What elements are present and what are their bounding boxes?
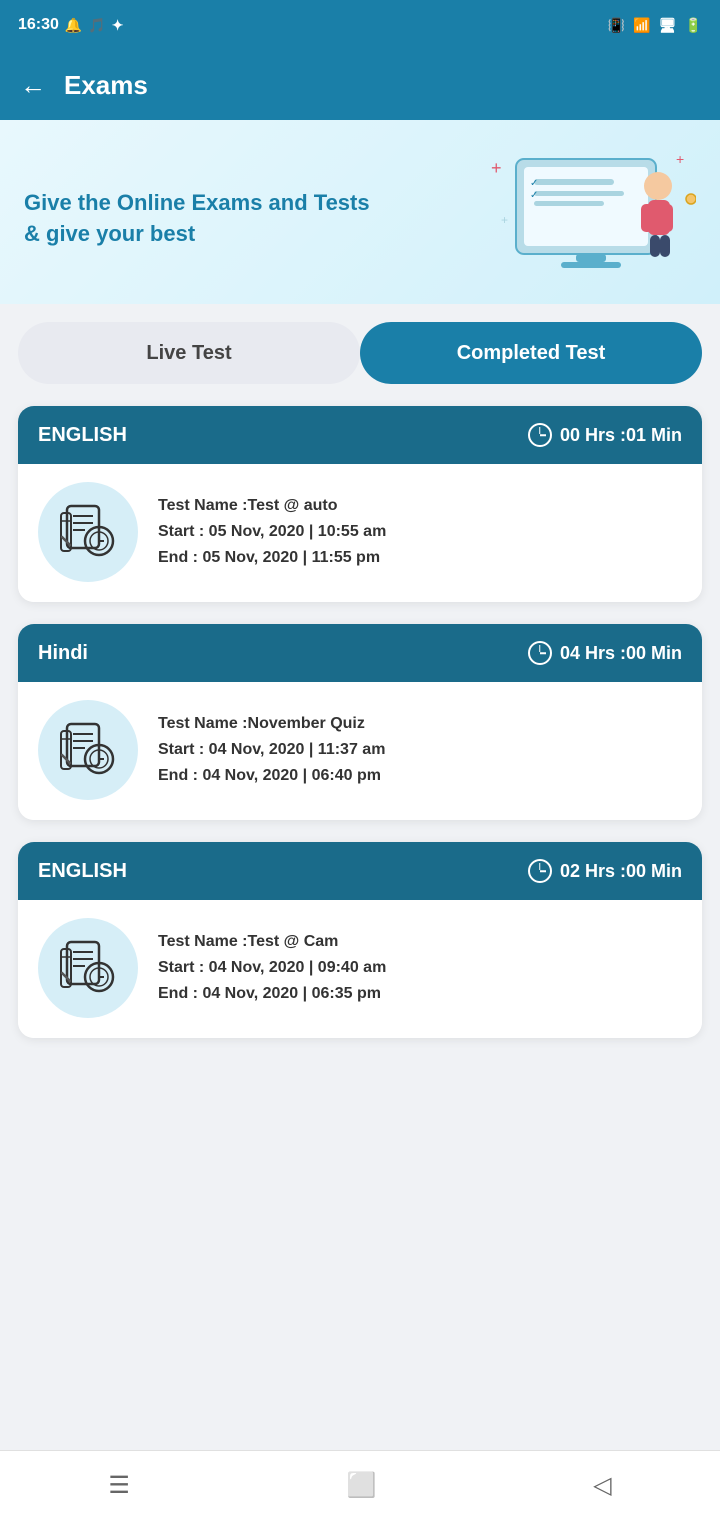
card-duration-3: 02 Hrs :00 Min bbox=[528, 859, 682, 883]
clock-icon-2 bbox=[528, 641, 552, 665]
card-subject-3: ENGLISH bbox=[38, 860, 127, 883]
test-name-row-1: Test Name :Test @ auto bbox=[158, 497, 682, 515]
page-title: Exams bbox=[64, 70, 148, 101]
card-subject-2: Hindi bbox=[38, 642, 88, 665]
vibrate-icon: 📳 bbox=[608, 17, 625, 34]
cards-container: ENGLISH 00 Hrs :01 Min bbox=[0, 392, 720, 1058]
banner-illustration: ✓ ✓ + + + bbox=[486, 144, 696, 294]
card-header-3: ENGLISH 02 Hrs :00 Min bbox=[18, 842, 702, 900]
notification-icon: 🔔 bbox=[65, 17, 82, 34]
card-header-2: Hindi 04 Hrs :00 Min bbox=[18, 624, 702, 682]
card-info-1: Test Name :Test @ auto Start : 05 Nov, 2… bbox=[158, 497, 682, 567]
test-name-row-2: Test Name :November Quiz bbox=[158, 715, 682, 733]
start-date-row-1: Start : 05 Nov, 2020 | 10:55 am bbox=[158, 523, 682, 541]
card-header-1: ENGLISH 00 Hrs :01 Min bbox=[18, 406, 702, 464]
card-body-1: Test Name :Test @ auto Start : 05 Nov, 2… bbox=[18, 464, 702, 602]
card-duration-1: 00 Hrs :01 Min bbox=[528, 423, 682, 447]
banner-text: Give the Online Exams and Tests & give y… bbox=[24, 188, 384, 250]
exam-card-1[interactable]: ENGLISH 00 Hrs :01 Min bbox=[18, 406, 702, 602]
tab-completed-test[interactable]: Completed Test bbox=[360, 322, 702, 384]
menu-icon[interactable]: ☰ bbox=[108, 1471, 130, 1500]
test-icon-circle-1 bbox=[38, 482, 138, 582]
svg-text:+: + bbox=[491, 158, 502, 178]
exam-card-2[interactable]: Hindi 04 Hrs :00 Min bbox=[18, 624, 702, 820]
wifi-icon: 📶 bbox=[633, 17, 650, 34]
status-bar-left: 16:30 🔔 🎵 ✦ bbox=[18, 16, 124, 34]
svg-text:✓: ✓ bbox=[530, 178, 538, 189]
clock-icon-1 bbox=[528, 423, 552, 447]
card-info-2: Test Name :November Quiz Start : 04 Nov,… bbox=[158, 715, 682, 785]
status-bar: 16:30 🔔 🎵 ✦ 📳 📶 🖥 🔋 bbox=[0, 0, 720, 50]
card-info-3: Test Name :Test @ Cam Start : 04 Nov, 20… bbox=[158, 933, 682, 1003]
back-triangle-icon[interactable]: ◁ bbox=[593, 1471, 611, 1500]
top-nav: ← Exams bbox=[0, 50, 720, 120]
banner: Give the Online Exams and Tests & give y… bbox=[0, 120, 720, 304]
test-icon-circle-3 bbox=[38, 918, 138, 1018]
status-bar-right: 📳 📶 🖥 🔋 bbox=[608, 17, 702, 34]
start-date-row-3: Start : 04 Nov, 2020 | 09:40 am bbox=[158, 959, 682, 977]
end-date-row-2: End : 04 Nov, 2020 | 06:40 pm bbox=[158, 767, 682, 785]
test-icon-circle-2 bbox=[38, 700, 138, 800]
card-body-3: Test Name :Test @ Cam Start : 04 Nov, 20… bbox=[18, 900, 702, 1038]
back-button[interactable]: ← bbox=[20, 70, 46, 101]
svg-text:+: + bbox=[676, 151, 684, 167]
bottom-nav: ☰ ⬜ ◁ bbox=[0, 1450, 720, 1520]
test-name-row-3: Test Name :Test @ Cam bbox=[158, 933, 682, 951]
card-duration-2: 04 Hrs :00 Min bbox=[528, 641, 682, 665]
tab-live-test[interactable]: Live Test bbox=[18, 322, 360, 384]
status-time: 16:30 bbox=[18, 16, 59, 34]
clock-icon-3 bbox=[528, 859, 552, 883]
bluetooth-icon: ✦ bbox=[112, 17, 124, 34]
end-date-row-1: End : 05 Nov, 2020 | 11:55 pm bbox=[158, 549, 682, 567]
battery-icon: 🔋 bbox=[685, 17, 702, 34]
svg-text:✓: ✓ bbox=[530, 190, 538, 201]
card-subject-1: ENGLISH bbox=[38, 424, 127, 447]
card-body-2: Test Name :November Quiz Start : 04 Nov,… bbox=[18, 682, 702, 820]
screen-icon: 🖥 bbox=[659, 17, 677, 34]
tab-switcher: Live Test Completed Test bbox=[0, 304, 720, 392]
exam-card-3[interactable]: ENGLISH 02 Hrs :00 Min bbox=[18, 842, 702, 1038]
music-icon: 🎵 bbox=[88, 17, 105, 34]
svg-text:+: + bbox=[501, 213, 508, 227]
home-square-icon[interactable]: ⬜ bbox=[347, 1471, 377, 1500]
start-date-row-2: Start : 04 Nov, 2020 | 11:37 am bbox=[158, 741, 682, 759]
end-date-row-3: End : 04 Nov, 2020 | 06:35 pm bbox=[158, 985, 682, 1003]
